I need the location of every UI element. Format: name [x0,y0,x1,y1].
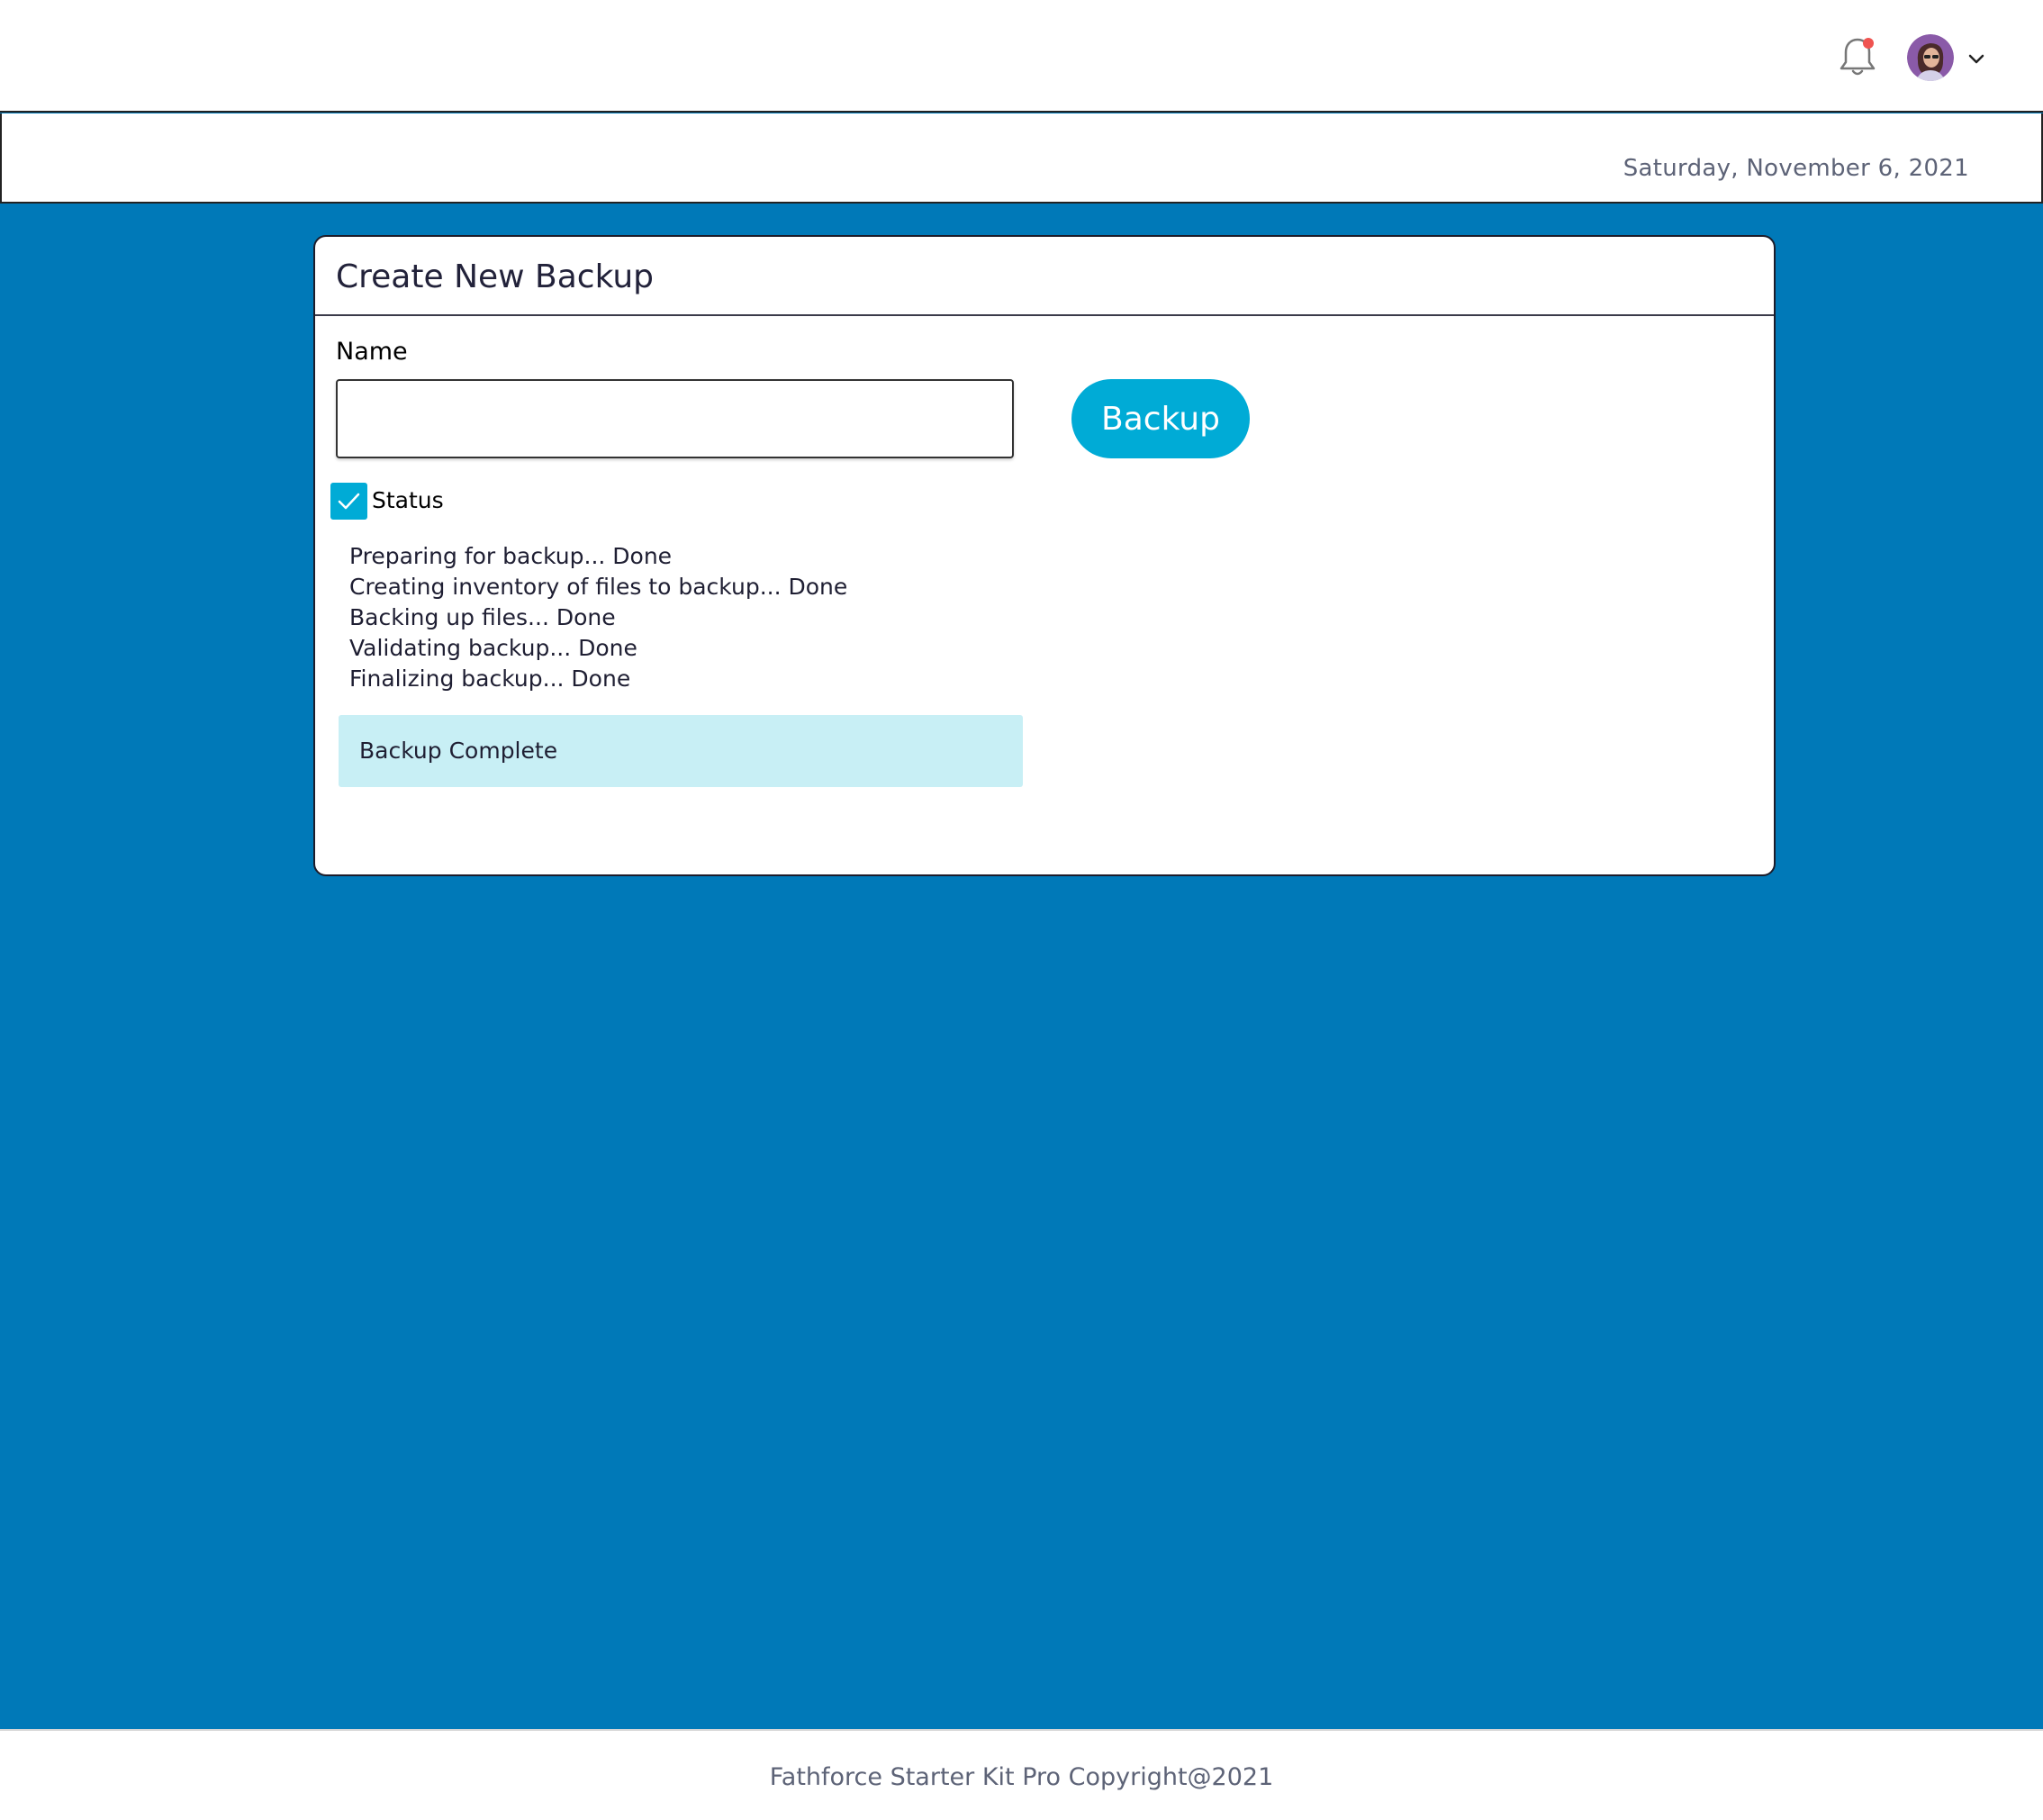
create-backup-card: Create New Backup Name Backup Status Pre… [313,235,1776,876]
name-label: Name [336,338,408,366]
status-log: Preparing for backup... Done Creating in… [349,541,847,694]
log-line: Creating inventory of files to backup...… [349,574,848,600]
chevron-down-icon[interactable] [1966,49,1987,70]
log-line: Backing up files... Done [349,604,616,630]
status-label: Status [372,487,444,513]
log-line: Validating backup... Done [349,635,637,661]
user-avatar[interactable] [1907,34,1954,81]
name-input[interactable] [336,379,1014,458]
log-line: Finalizing backup... Done [349,666,631,692]
bell-icon[interactable] [1835,34,1880,79]
notification-badge [1863,38,1874,49]
checkmark-icon [338,493,360,510]
status-checkbox[interactable] [330,483,367,520]
top-navigation-bar [0,0,2043,113]
card-title: Create New Backup [336,258,654,295]
alert-message: Backup Complete [359,738,558,764]
backup-button[interactable]: Backup [1071,379,1250,458]
current-date: Saturday, November 6, 2021 [1623,155,1969,182]
backup-complete-alert: Backup Complete [339,715,1023,787]
footer: Fathforce Starter Kit Pro Copyright@2021 [0,1729,2043,1820]
footer-copyright: Fathforce Starter Kit Pro Copyright@2021 [769,1763,1274,1791]
date-bar: Saturday, November 6, 2021 [0,113,2043,204]
card-header: Create New Backup [315,237,1774,316]
log-line: Preparing for backup... Done [349,543,673,569]
